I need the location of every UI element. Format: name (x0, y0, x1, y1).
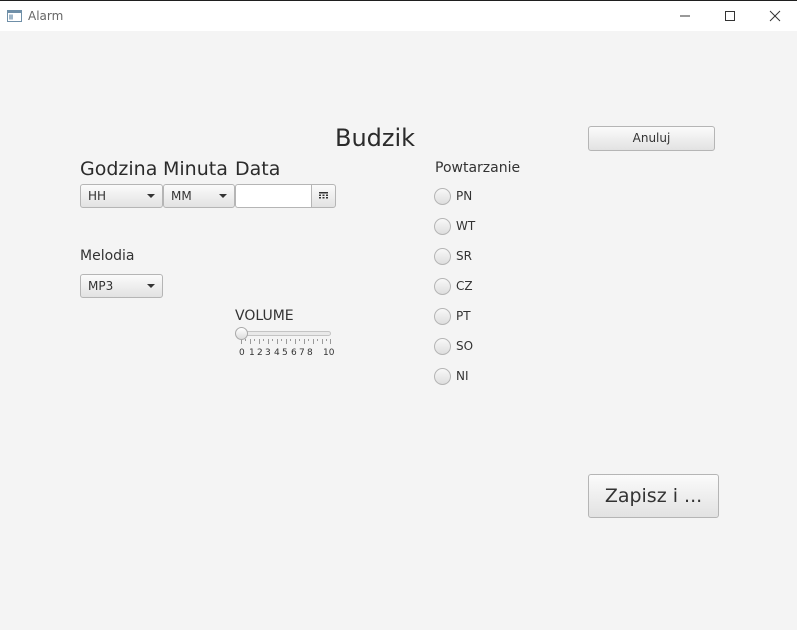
radio-indicator (434, 338, 451, 355)
radio-indicator (434, 248, 451, 265)
volume-tick-label: 6 (291, 348, 297, 358)
minimize-icon (680, 15, 690, 17)
hour-select-value: HH (88, 189, 107, 203)
maximize-button[interactable] (707, 1, 753, 31)
volume-tick-label: 4 (274, 348, 280, 358)
hour-select[interactable]: HH (80, 184, 163, 208)
volume-label: VOLUME (235, 308, 294, 324)
repeat-day-label: NI (456, 369, 469, 383)
minute-select[interactable]: MM (163, 184, 235, 208)
radio-indicator (434, 218, 451, 235)
calendar-icon (319, 192, 328, 199)
volume-slider-track[interactable] (241, 331, 331, 336)
melody-select-value: MP3 (88, 279, 114, 293)
volume-tick-label: 2 (257, 348, 263, 358)
chevron-down-icon (147, 284, 155, 288)
volume-tick-label: 0 (239, 348, 245, 358)
repeat-day-label: PT (456, 309, 471, 323)
date-field[interactable] (235, 184, 311, 208)
repeat-day-label: WT (456, 219, 476, 233)
close-icon (769, 10, 781, 22)
cancel-button[interactable]: Anuluj (588, 126, 715, 151)
volume-tick-label: 3 (265, 348, 271, 358)
close-button[interactable] (752, 1, 797, 31)
volume-slider-thumb[interactable] (235, 327, 248, 340)
date-label: Data (235, 158, 281, 180)
volume-tick-label: 7 (299, 348, 305, 358)
volume-tick-label: 10 (323, 348, 335, 358)
melody-label: Melodia (80, 248, 135, 264)
minimize-button[interactable] (662, 1, 708, 31)
radio-indicator (434, 278, 451, 295)
hour-label: Godzina (80, 158, 158, 180)
melody-select[interactable]: MP3 (80, 274, 163, 298)
save-button[interactable]: Zapisz i ... (588, 474, 719, 518)
radio-indicator (434, 308, 451, 325)
repeat-day-label: PN (456, 189, 473, 203)
minute-select-value: MM (171, 189, 192, 203)
repeat-day-label: SO (456, 339, 474, 353)
maximize-icon (725, 11, 735, 21)
chevron-down-icon (219, 194, 227, 198)
volume-tick-label: 8 (307, 348, 313, 358)
volume-tick-label: 1 (249, 348, 255, 358)
repeat-day-label: CZ (456, 279, 473, 293)
radio-indicator (434, 368, 451, 385)
volume-tick-label: 5 (282, 348, 288, 358)
window-title-bar: Alarm (0, 0, 797, 31)
volume-slider-ticks (241, 339, 331, 344)
repeat-day-label: SR (456, 249, 472, 263)
app-window-icon (7, 10, 22, 22)
page-title: Budzik (335, 124, 416, 152)
date-picker-button[interactable] (311, 184, 336, 208)
window-title: Alarm (28, 9, 64, 23)
chevron-down-icon (147, 194, 155, 198)
minute-label: Minuta (163, 158, 228, 180)
radio-indicator (434, 188, 451, 205)
repeat-label: Powtarzanie (435, 160, 521, 176)
